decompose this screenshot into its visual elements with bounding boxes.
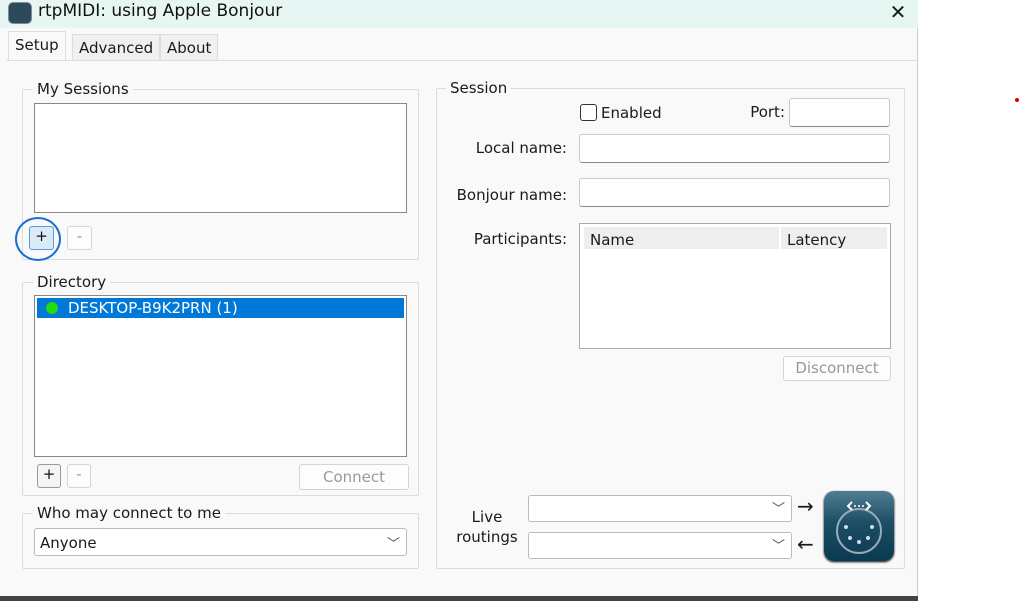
disconnect-button[interactable]: Disconnect xyxy=(783,356,891,381)
who-select-value: Anyone xyxy=(40,534,97,552)
app-icon xyxy=(8,2,32,24)
port-label: Port: xyxy=(750,103,785,121)
local-name-label: Local name: xyxy=(475,139,567,157)
enabled-label: Enabled xyxy=(601,104,662,122)
column-header-name[interactable]: Name xyxy=(584,227,779,249)
tab-divider xyxy=(6,60,918,61)
enabled-checkbox[interactable] xyxy=(580,104,597,121)
chevron-down-icon: ﹀ xyxy=(771,539,785,554)
red-dot xyxy=(1015,98,1019,102)
tab-about[interactable]: About xyxy=(160,34,219,60)
online-status-icon xyxy=(46,302,58,314)
bonjour-name-label: Bonjour name: xyxy=(456,186,567,204)
arrow-right-icon: → xyxy=(797,494,814,518)
my-sessions-list[interactable] xyxy=(34,103,407,213)
tab-advanced[interactable]: Advanced xyxy=(72,34,161,60)
directory-item[interactable]: DESKTOP-B9K2PRN (1) xyxy=(37,298,404,318)
arrow-left-icon: ← xyxy=(797,532,814,556)
window-title: rtpMIDI: using Apple Bonjour xyxy=(38,1,283,21)
live-routing-out-select[interactable]: ﹀ xyxy=(528,495,792,522)
add-directory-button[interactable]: + xyxy=(37,464,61,488)
taskbar-strip xyxy=(0,596,918,601)
chevron-down-icon: ﹀ xyxy=(386,537,400,552)
who-label: Who may connect to me xyxy=(33,504,225,522)
local-name-input[interactable] xyxy=(579,134,890,163)
directory-list[interactable]: DESKTOP-B9K2PRN (1) xyxy=(34,295,407,457)
remove-directory-button[interactable]: - xyxy=(67,464,91,488)
directory-item-name: DESKTOP-B9K2PRN (1) xyxy=(68,299,238,317)
app-window: rtpMIDI: using Apple Bonjour ✕ Setup Adv… xyxy=(0,0,918,597)
session-label: Session xyxy=(446,79,512,97)
connect-button[interactable]: Connect xyxy=(299,464,409,490)
live-routings-label: Live routings xyxy=(456,508,518,546)
midi-connector-icon[interactable] xyxy=(824,491,894,561)
my-sessions-label: My Sessions xyxy=(33,80,133,98)
participants-table[interactable]: Name Latency xyxy=(579,223,891,349)
bonjour-name-input[interactable] xyxy=(579,178,890,207)
participants-label: Participants: xyxy=(473,230,567,248)
annotation-circle xyxy=(15,217,61,261)
tab-setup[interactable]: Setup xyxy=(8,31,66,61)
port-input[interactable] xyxy=(789,98,890,127)
directory-label: Directory xyxy=(33,273,111,291)
live-routing-in-select[interactable]: ﹀ xyxy=(528,532,792,559)
column-header-latency[interactable]: Latency xyxy=(781,227,887,249)
who-select[interactable]: Anyone ﹀ xyxy=(34,528,407,556)
close-icon[interactable]: ✕ xyxy=(884,0,912,24)
remove-session-button[interactable]: - xyxy=(67,226,92,250)
chevron-down-icon: ﹀ xyxy=(771,502,785,517)
